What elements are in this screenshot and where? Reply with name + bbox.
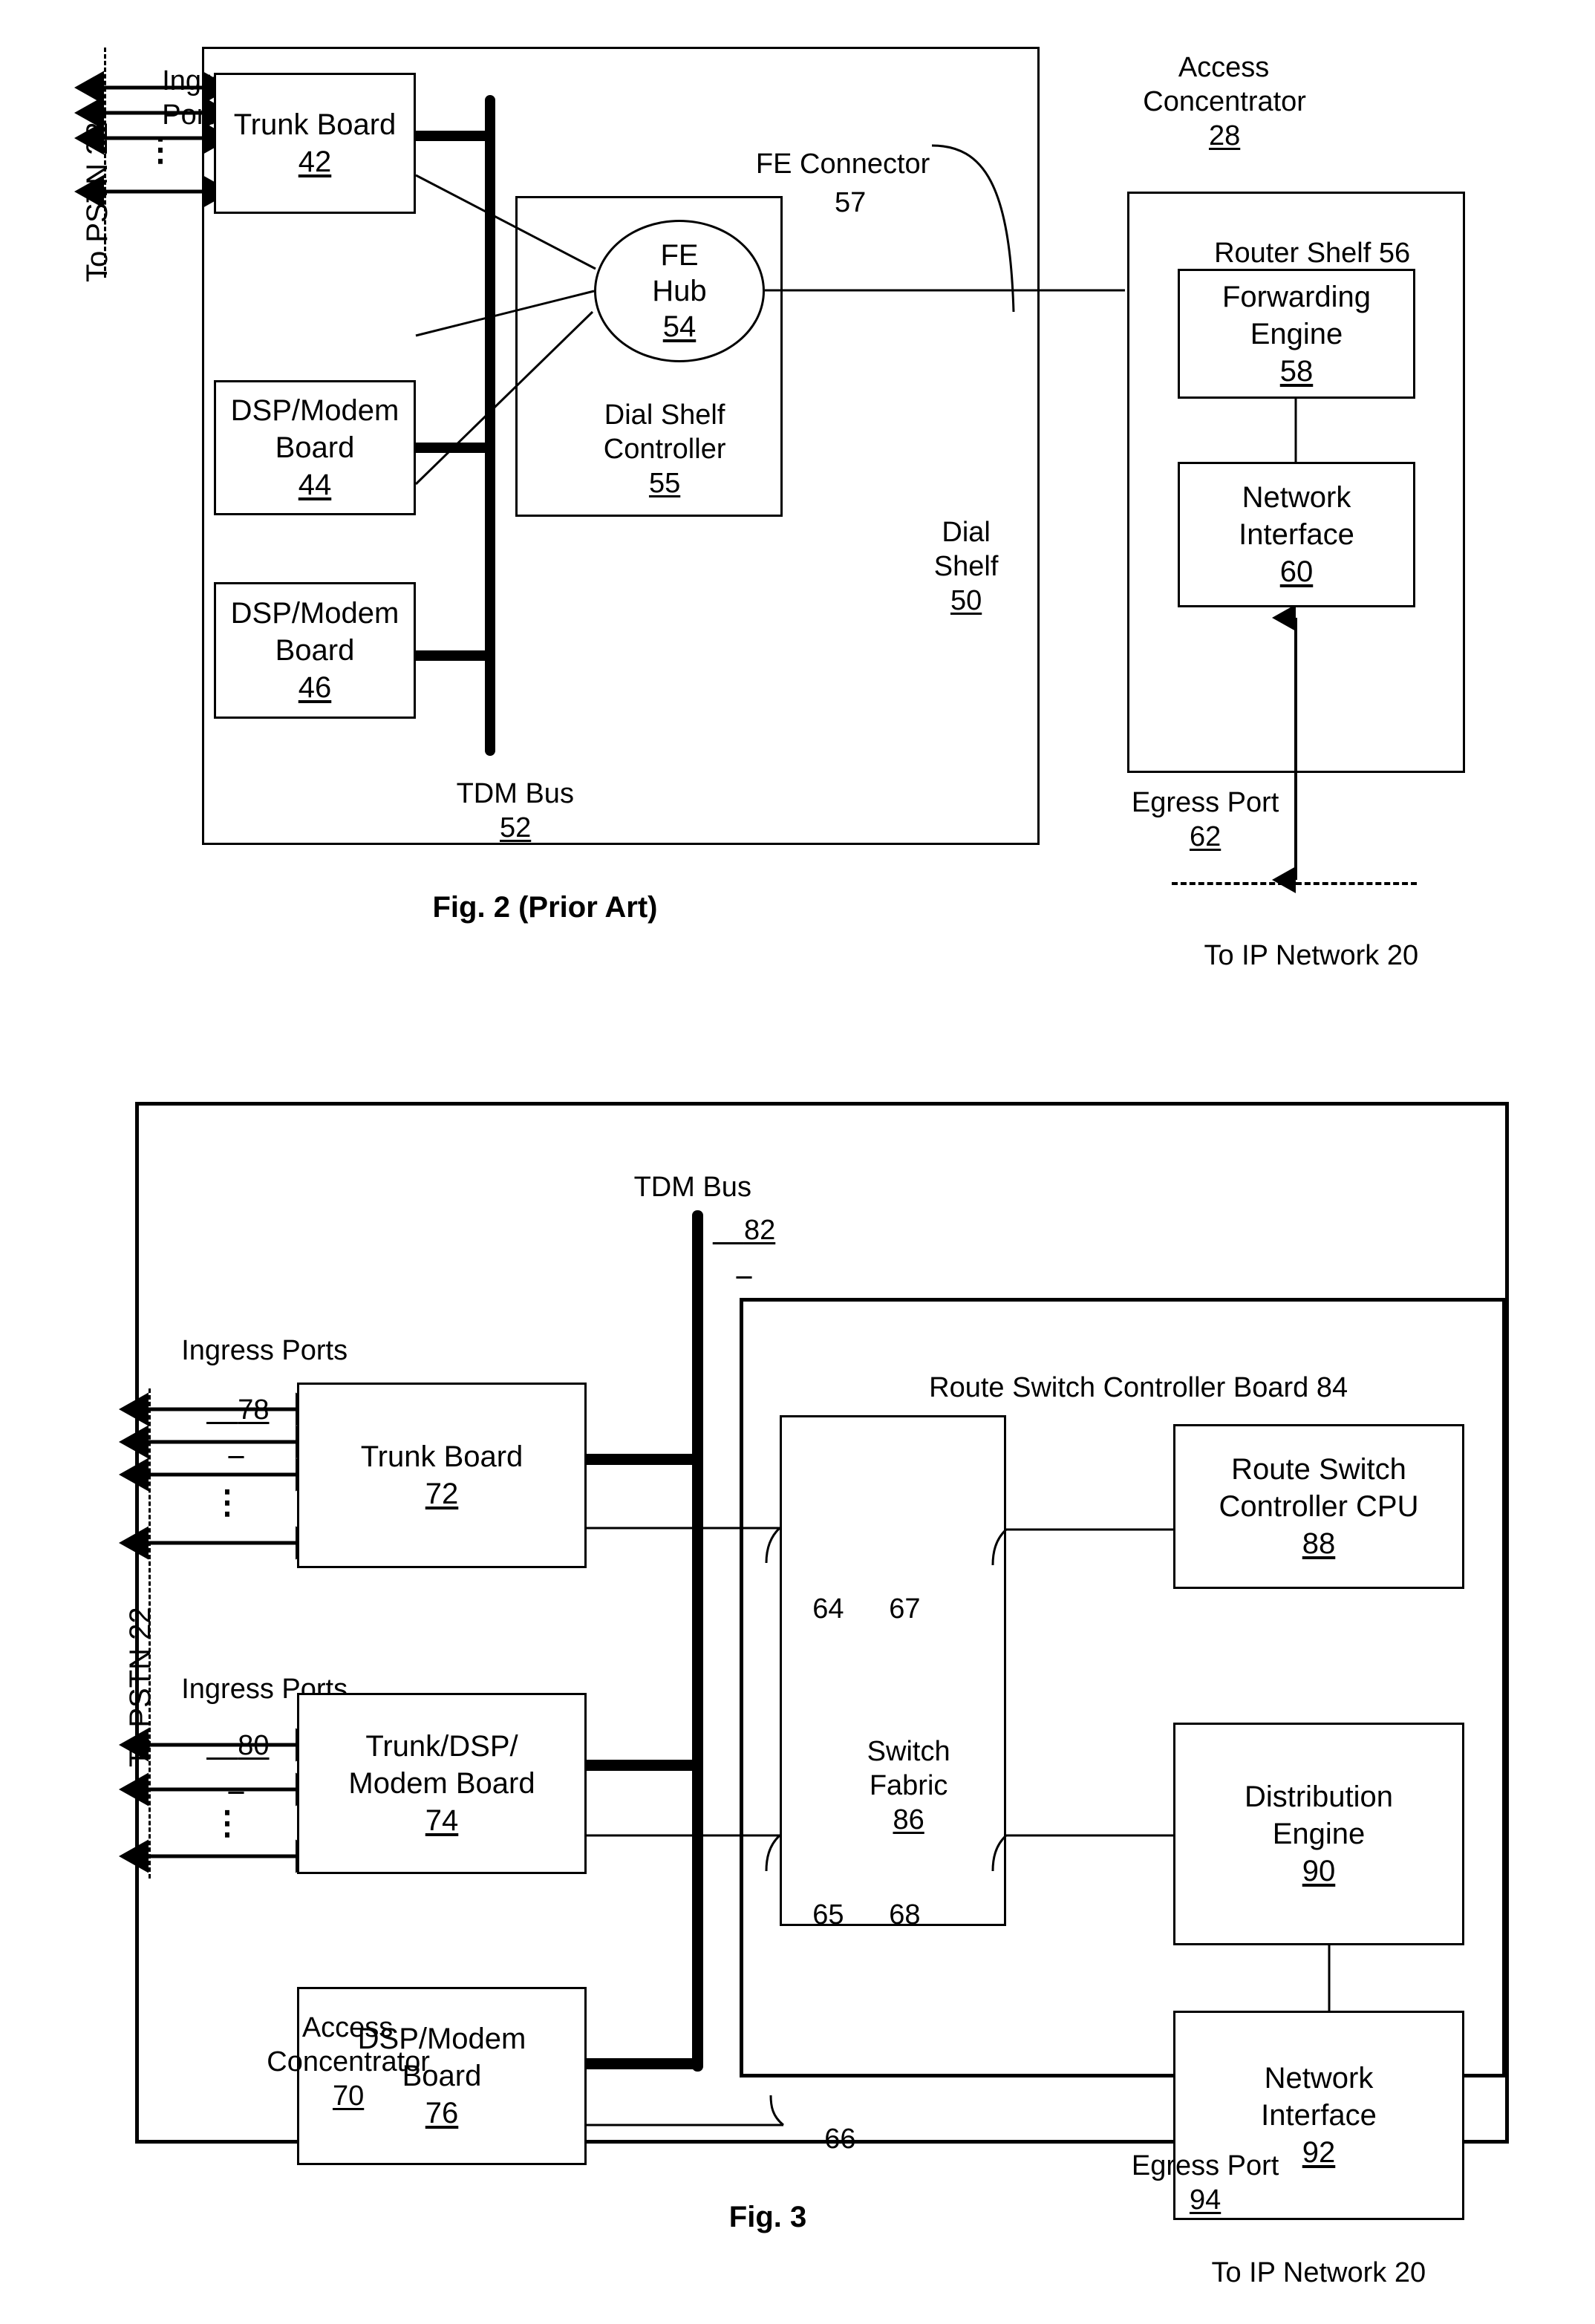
fig3-pstn-boundary <box>149 1388 151 1879</box>
fig2-dsp-modem-board-46: DSP/Modem Board 46 <box>214 582 416 719</box>
fig2-pstn-boundary <box>104 48 106 278</box>
fig3-trunk-board-72: Trunk Board 72 <box>297 1383 587 1568</box>
fig2-access-concentrator-label: Access Concentrator 28 <box>1143 52 1306 151</box>
fig3-to-ip-network-label: To IP Network 20 <box>1211 2257 1426 2288</box>
fig2-tdm-bus-line <box>485 95 495 756</box>
fig3-tdm-bus-number: 82 <box>743 1215 776 1246</box>
fig2-fe-connector-number: 57 <box>834 187 867 218</box>
fig2-tdm-bus-label: TDM Bus 52 <box>456 778 574 843</box>
fig3-access-concentrator-label: Access Concentrator 70 <box>267 2012 430 2112</box>
fig2-network-interface: Network Interface 60 <box>1178 462 1415 607</box>
fig3-tdm-bus-line <box>692 1210 703 2072</box>
fig3-caption: Fig. 3 <box>728 2201 807 2233</box>
fig2-dial-shelf-label: Dial Shelf 50 <box>933 517 999 616</box>
fig3-tdm-stub-trunk74 <box>587 1760 694 1771</box>
fig2-dsp-modem-board-44: DSP/Modem Board 44 <box>214 380 416 515</box>
fig3-distribution-engine: Distribution Engine 90 <box>1173 1723 1464 1945</box>
patent-drawing-sheet: To PSTN 22 Ingress Ports 48 ⋮ Access Con… <box>0 0 1595 2288</box>
fig2-fe-hub: FE Hub 54 <box>594 220 765 362</box>
fig3-tdm-stub-dsp76 <box>587 2058 694 2069</box>
fig2-forwarding-engine: Forwarding Engine 58 <box>1178 269 1415 399</box>
fig3-ingress-ports-80-number: 80 <box>238 1730 270 1761</box>
fig3-switch-fabric-port-68: 68 <box>889 1899 921 1930</box>
fig3-ingress-ports-78-number: 78 <box>238 1394 270 1426</box>
fig2-ingress-ellipsis: ⋮ <box>144 131 177 168</box>
fig2-tdm-stub-trunk <box>416 131 486 141</box>
fig3-ingress-78-ellipsis: ⋮ <box>211 1484 244 1521</box>
fig2-to-pstn-label: To PSTN 22 <box>81 122 114 282</box>
fig3-switch-fabric-label: Switch Fabric 86 <box>867 1736 950 1835</box>
fig3-trunk-dsp-modem-board-74: Trunk/DSP/ Modem Board 74 <box>297 1693 587 1874</box>
fig3-tdm-stub-trunk72 <box>587 1454 694 1465</box>
fig3-ingress-80-ellipsis: ⋮ <box>211 1805 244 1841</box>
fig2-egress-port-label: Egress Port 62 <box>1131 787 1279 852</box>
fig2-tdm-stub-dsp46 <box>416 650 486 661</box>
fig3-switch-fabric-port-66: 66 <box>824 2124 856 2155</box>
fig3-switch-fabric-port-64: 64 <box>812 1593 844 1625</box>
fig3-route-switch-controller-cpu: Route Switch Controller CPU 88 <box>1173 1424 1464 1589</box>
fig2-trunk-board: Trunk Board 42 <box>214 73 416 214</box>
fig2-tdm-stub-dsp44 <box>416 443 486 453</box>
fig3-switch-fabric-port-67: 67 <box>889 1593 921 1625</box>
fig2-to-ip-network-label: To IP Network 20 <box>1204 940 1419 971</box>
fig2-ip-network-boundary <box>1172 882 1417 885</box>
fig2-caption: Fig. 2 (Prior Art) <box>432 891 658 924</box>
fig3-switch-fabric-port-65: 65 <box>812 1899 844 1930</box>
fig2-dial-shelf-controller-label: Dial Shelf Controller 55 <box>603 399 726 499</box>
